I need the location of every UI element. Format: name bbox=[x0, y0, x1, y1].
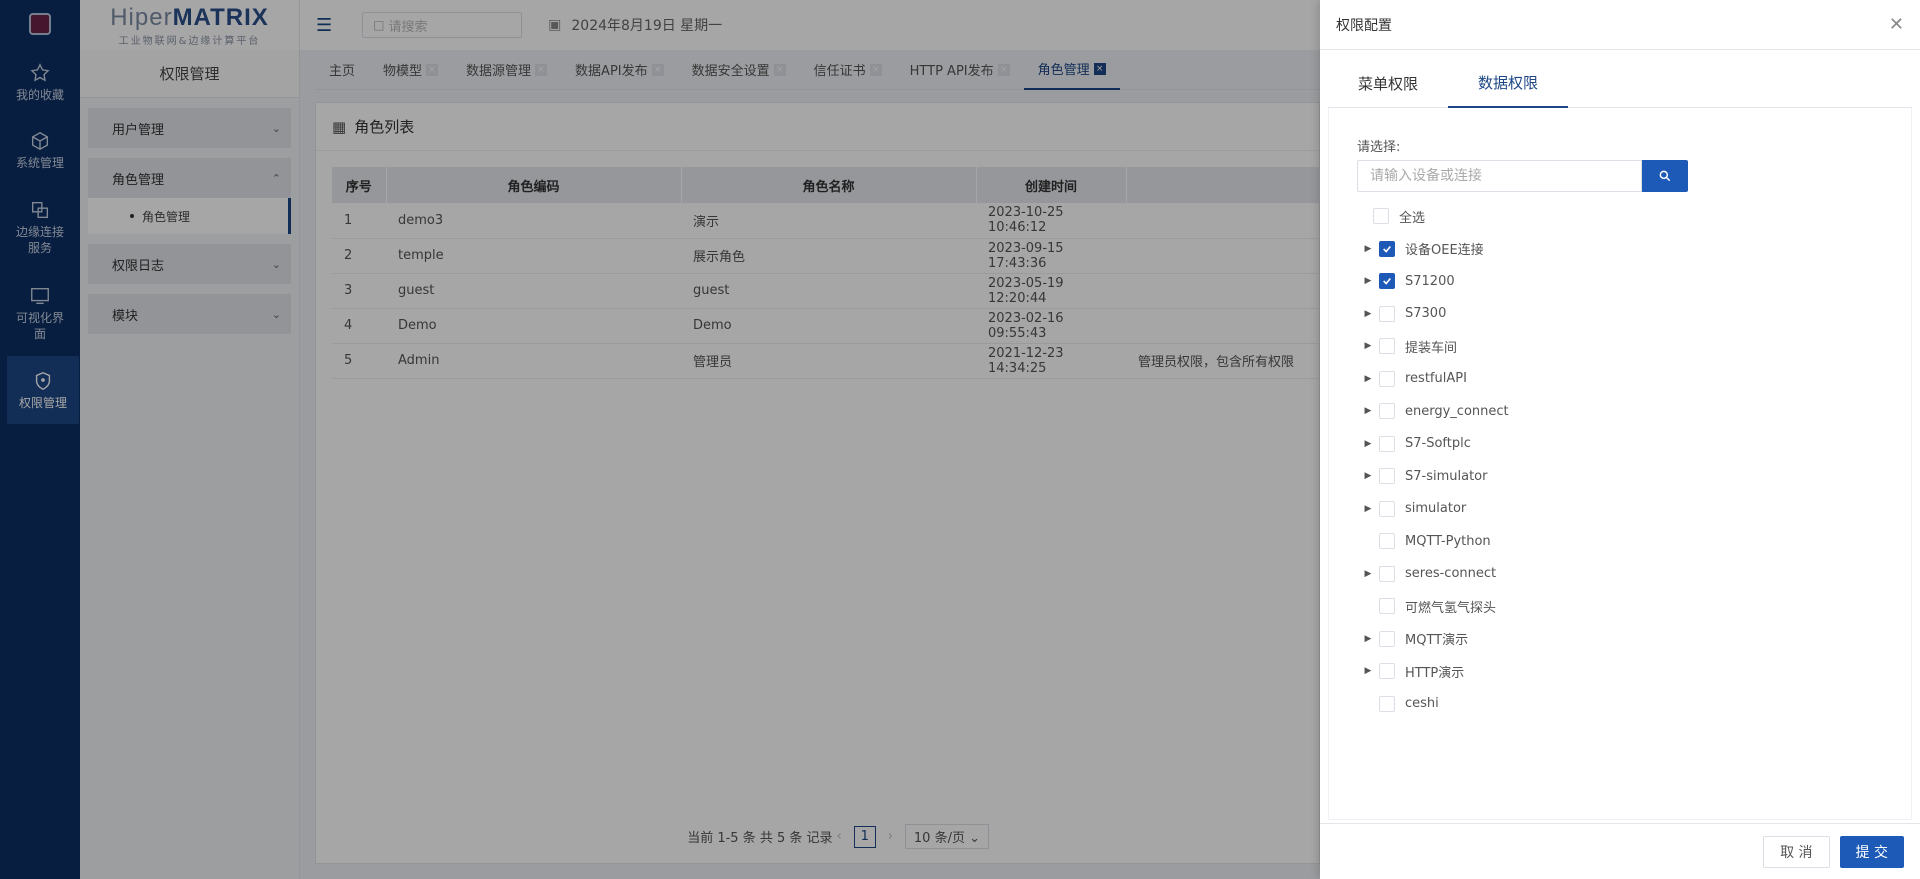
tree-item-checkbox[interactable] bbox=[1379, 338, 1395, 355]
caret-right-icon[interactable]: ▶ bbox=[1357, 634, 1379, 644]
tree-item[interactable]: ▶ 设备OEE连接 bbox=[1357, 233, 1897, 266]
search-button[interactable] bbox=[1642, 160, 1688, 192]
tree-item-label: S71200 bbox=[1405, 273, 1455, 289]
close-icon[interactable]: ✕ bbox=[1889, 14, 1904, 35]
select-label: 请选择: bbox=[1357, 140, 1401, 155]
tree-item[interactable]: ▶ S71200 bbox=[1357, 265, 1897, 298]
tree-item-label: ceshi bbox=[1405, 696, 1439, 712]
check-icon bbox=[1383, 245, 1391, 253]
select-all-checkbox[interactable] bbox=[1373, 208, 1389, 225]
tree-item[interactable]: ▶ S7-Softplc bbox=[1357, 428, 1897, 461]
caret-right-icon[interactable]: ▶ bbox=[1357, 244, 1379, 254]
tree-item-label: S7-Softplc bbox=[1405, 436, 1471, 452]
caret-right-icon[interactable]: ▶ bbox=[1357, 276, 1379, 286]
select-all-label: 全选 bbox=[1399, 210, 1426, 226]
modal-mask[interactable] bbox=[0, 0, 1320, 879]
tree-item[interactable]: ▶ seres-connect bbox=[1357, 558, 1897, 591]
tree-item-checkbox[interactable] bbox=[1379, 305, 1395, 322]
select-all-row[interactable]: 全选 bbox=[1357, 200, 1897, 233]
caret-right-icon[interactable]: ▶ bbox=[1357, 406, 1379, 416]
caret-right-icon[interactable]: ▶ bbox=[1357, 504, 1379, 514]
drawer-tabs: 菜单权限 数据权限 bbox=[1328, 58, 1912, 108]
caret-right-icon[interactable]: ▶ bbox=[1357, 439, 1379, 449]
drawer-title: 权限配置 bbox=[1336, 17, 1392, 34]
permission-drawer: 权限配置 ✕ 菜单权限 数据权限 请选择: 全选 ▶ 设备OEE连接 ▶ S71200… bbox=[1320, 0, 1920, 879]
tab-data-permission[interactable]: 数据权限 bbox=[1448, 58, 1569, 108]
tree-item[interactable]: ▶ restfulAPI bbox=[1357, 363, 1897, 396]
tree-item[interactable]: MQTT-Python bbox=[1357, 525, 1897, 558]
tree-item-label: HTTP演示 bbox=[1405, 665, 1465, 681]
tree-item-label: MQTT-Python bbox=[1405, 533, 1491, 549]
tree-item-checkbox[interactable] bbox=[1379, 533, 1395, 550]
tree-item-checkbox[interactable] bbox=[1379, 500, 1395, 517]
drawer-footer: 取 消 提 交 bbox=[1320, 823, 1920, 879]
tree-item[interactable]: ceshi bbox=[1357, 688, 1897, 721]
search-icon bbox=[1659, 170, 1671, 182]
tree-item[interactable]: ▶ energy_connect bbox=[1357, 395, 1897, 428]
device-search-input[interactable] bbox=[1357, 160, 1642, 192]
tree-item[interactable]: ▶ simulator bbox=[1357, 493, 1897, 526]
caret-right-icon[interactable]: ▶ bbox=[1357, 569, 1379, 579]
tree-item[interactable]: ▶ HTTP演示 bbox=[1357, 655, 1897, 688]
drawer-body: 请选择: 全选 ▶ 设备OEE连接 ▶ S71200 ▶ S7300 ▶ 提装车间 ▶ restf… bbox=[1328, 108, 1912, 820]
check-icon bbox=[1383, 278, 1391, 285]
tree-item-checkbox[interactable] bbox=[1379, 435, 1395, 452]
caret-right-icon[interactable]: ▶ bbox=[1357, 309, 1379, 319]
tree-item-label: 提装车间 bbox=[1405, 340, 1458, 356]
caret-right-icon[interactable]: ▶ bbox=[1357, 341, 1379, 351]
tree-item-label: 设备OEE连接 bbox=[1405, 243, 1484, 259]
cancel-button[interactable]: 取 消 bbox=[1763, 835, 1830, 868]
tree-item-checkbox[interactable] bbox=[1379, 273, 1395, 290]
tree-item-checkbox[interactable] bbox=[1379, 468, 1395, 485]
tree-item-checkbox[interactable] bbox=[1379, 565, 1395, 582]
caret-right-icon[interactable]: ▶ bbox=[1357, 374, 1379, 384]
tree-item[interactable]: ▶ 提装车间 bbox=[1357, 330, 1897, 363]
tab-menu-permission[interactable]: 菜单权限 bbox=[1328, 58, 1448, 108]
tree-item-checkbox[interactable] bbox=[1379, 403, 1395, 420]
tree-item-checkbox[interactable] bbox=[1379, 598, 1395, 615]
tree-item-label: S7300 bbox=[1405, 306, 1447, 322]
tree-item-label: MQTT演示 bbox=[1405, 633, 1469, 649]
tree-item-label: simulator bbox=[1405, 501, 1467, 517]
tree-item-label: restfulAPI bbox=[1405, 371, 1467, 387]
tree-item[interactable]: ▶ MQTT演示 bbox=[1357, 623, 1897, 656]
tree-item-checkbox[interactable] bbox=[1379, 695, 1395, 712]
drawer-header: 权限配置 ✕ bbox=[1320, 0, 1920, 50]
tree-item-label: S7-simulator bbox=[1405, 468, 1488, 484]
tree-item-label: seres-connect bbox=[1405, 566, 1497, 582]
tree-item-label: 可燃气氢气探头 bbox=[1405, 600, 1497, 616]
caret-right-icon[interactable]: ▶ bbox=[1357, 666, 1379, 676]
tree-item-checkbox[interactable] bbox=[1379, 630, 1395, 647]
caret-right-icon[interactable]: ▶ bbox=[1357, 471, 1379, 481]
tree-item-label: energy_connect bbox=[1405, 403, 1509, 419]
tree-item[interactable]: ▶ S7-simulator bbox=[1357, 460, 1897, 493]
tree-item-checkbox[interactable] bbox=[1379, 663, 1395, 680]
tree-item[interactable]: ▶ S7300 bbox=[1357, 298, 1897, 331]
tree-item[interactable]: 可燃气氢气探头 bbox=[1357, 590, 1897, 623]
submit-button[interactable]: 提 交 bbox=[1839, 835, 1904, 868]
tree-item-checkbox[interactable] bbox=[1379, 370, 1395, 387]
tree-item-checkbox[interactable] bbox=[1379, 240, 1395, 257]
device-tree: 全选 ▶ 设备OEE连接 ▶ S71200 ▶ S7300 ▶ 提装车间 ▶ restfulAPI… bbox=[1357, 200, 1897, 720]
